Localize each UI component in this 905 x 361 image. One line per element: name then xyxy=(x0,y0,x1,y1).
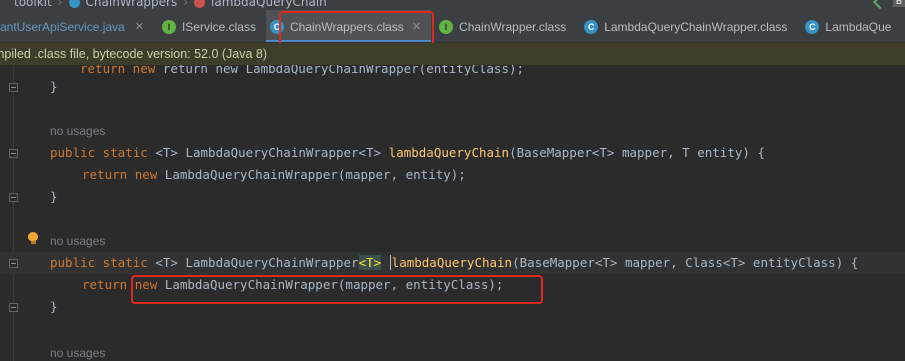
text-caret xyxy=(389,255,391,270)
breadcrumb-separator: › xyxy=(183,0,189,9)
generic: <T> xyxy=(155,255,186,270)
keyword: return xyxy=(82,277,135,292)
usage-hint[interactable]: no usages xyxy=(50,120,105,142)
keyword: new xyxy=(134,277,165,292)
code-line: no usages xyxy=(0,120,905,142)
tab-label: ChainWrappers.class xyxy=(289,19,404,34)
tab-label: IService.class xyxy=(181,19,256,34)
fold-marker-icon[interactable] xyxy=(9,149,18,158)
fold-marker-icon[interactable] xyxy=(9,303,18,312)
class-icon: C xyxy=(269,19,284,34)
tab-lambdaquerychainwrapper[interactable]: C LambdaQueryChainWrapper.class xyxy=(576,10,797,42)
code-line: } xyxy=(0,76,905,98)
code-line: } xyxy=(0,186,905,208)
method-name: lambdaQueryChain xyxy=(388,145,510,160)
return-type: LambdaQueryChainWrapper xyxy=(185,255,359,270)
tab-label: LambdaQue xyxy=(825,19,892,34)
keyword: public static xyxy=(50,255,156,270)
breadcrumb-item-method[interactable]: lambdaQueryChain xyxy=(211,0,327,9)
class-icon xyxy=(68,0,80,8)
close-icon[interactable]: ✕ xyxy=(412,20,421,33)
tab-label: ChainWrapper.class xyxy=(459,19,567,34)
breadcrumb: toolkit › ChainWrappers › lambdaQueryCha… xyxy=(0,0,905,10)
closing-brace: } xyxy=(50,299,58,314)
fold-marker-icon[interactable] xyxy=(9,83,18,92)
generic: <T> xyxy=(155,145,186,160)
highlighted-generic: <T> xyxy=(358,255,382,270)
method-icon xyxy=(194,0,206,8)
fold-marker-icon[interactable] xyxy=(9,193,18,202)
constructor-call: LambdaQueryChainWrapper(mapper, entityCl… xyxy=(164,277,504,292)
tab-user-api-service[interactable]: antUserApiService.java ✕ xyxy=(0,10,154,42)
code-line: } xyxy=(0,296,905,318)
fold-marker-icon[interactable] xyxy=(9,259,18,268)
tab-iservice[interactable]: I IService.class xyxy=(154,10,266,42)
breadcrumb-separator: › xyxy=(57,0,63,9)
closing-brace: } xyxy=(50,189,58,204)
tab-label: LambdaQueryChainWrapper.class xyxy=(604,19,788,34)
return-type: LambdaQueryChainWrapper<T> xyxy=(185,145,389,160)
code-line: no usages xyxy=(0,342,905,361)
code-line-current: public static <T> LambdaQueryChainWrappe… xyxy=(0,252,905,274)
tab-chainwrappers[interactable]: C ChainWrappers.class ✕ xyxy=(265,10,432,42)
banner-text: mpiled .class file, bytecode version: 52… xyxy=(0,47,268,61)
constructor-call: LambdaQueryChainWrapper(mapper, entity); xyxy=(164,167,466,182)
code-line: return new LambdaQueryChainWrapper(mappe… xyxy=(0,164,905,186)
keyword: public static xyxy=(50,145,156,160)
closing-brace: } xyxy=(50,79,58,94)
usage-hint[interactable]: no usages xyxy=(50,230,105,252)
inspection-widget[interactable]: B xyxy=(892,0,905,7)
decompiled-banner: mpiled .class file, bytecode version: 52… xyxy=(0,43,905,65)
usage-hint[interactable]: no usages xyxy=(50,342,105,361)
code-line: public static <T> LambdaQueryChainWrappe… xyxy=(0,142,905,164)
interface-icon: I xyxy=(439,19,454,34)
keyword: return xyxy=(82,167,135,182)
code-line: no usages xyxy=(0,230,905,252)
breadcrumb-item-toolkit[interactable]: toolkit xyxy=(14,0,52,9)
code-line: return new LambdaQueryChainWrapper(mappe… xyxy=(0,274,905,296)
method-name: lambdaQueryChain xyxy=(391,255,513,270)
interface-icon: I xyxy=(161,19,176,34)
tab-label: antUserApiService.java xyxy=(0,19,125,34)
code-token: return new xyxy=(80,65,163,76)
params: (BaseMapper<T> mapper, Class<T> entityCl… xyxy=(512,255,859,270)
code-token: return new LambdaQueryChainWrapper(entit… xyxy=(162,65,525,76)
params: (BaseMapper<T> mapper, T entity) { xyxy=(509,145,765,160)
keyword: new xyxy=(134,167,165,182)
close-icon[interactable]: ✕ xyxy=(135,20,144,33)
class-icon: C xyxy=(805,19,820,34)
tab-lambdaque[interactable]: C LambdaQue xyxy=(797,10,901,42)
breadcrumb-item-class[interactable]: ChainWrappers xyxy=(86,0,178,9)
checkmark-icon[interactable] xyxy=(872,0,887,10)
class-icon: C xyxy=(584,19,599,34)
tab-chainwrapper[interactable]: I ChainWrapper.class xyxy=(431,10,576,42)
editor-tab-bar: antUserApiService.java ✕ I IService.clas… xyxy=(0,10,905,43)
code-editor[interactable]: return new return new LambdaQueryChainWr… xyxy=(0,65,905,361)
